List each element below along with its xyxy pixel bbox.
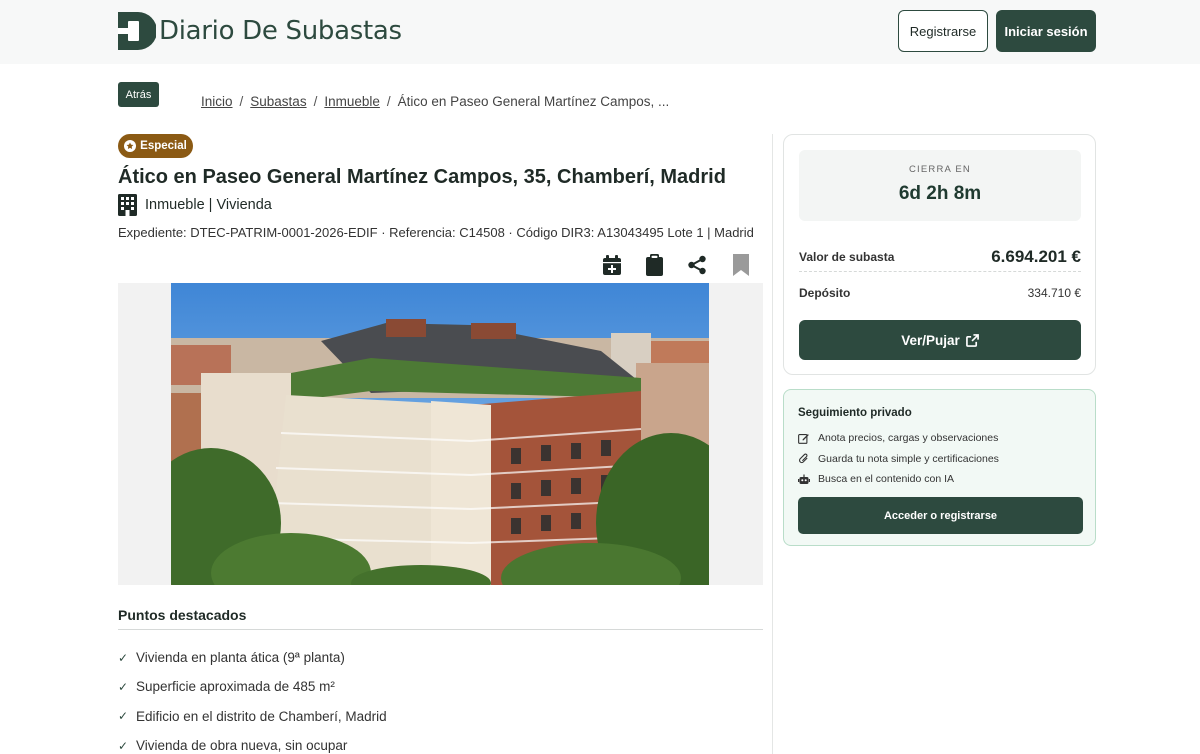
deposit-value: 334.710 € [1027,286,1081,300]
auction-value: 6.694.201 € [991,246,1081,266]
breadcrumb-home[interactable]: Inicio [201,94,233,109]
countdown-label: CIERRA EN [908,164,971,175]
bid-button-label: Ver/Pujar [901,332,960,348]
countdown-box: CIERRA EN 6d 2h 8m [799,150,1081,221]
category-label: Inmueble | Vivienda [145,197,272,213]
logo[interactable]: Diario De Subastas [118,12,402,50]
list-item: ✓ Vivienda de obra nueva, sin ocupar [118,731,387,754]
breadcrumb-auctions[interactable]: Subastas [250,94,306,109]
feature-text: Guarda tu nota simple y certificaciones [818,452,999,465]
deposit-label: Depósito [799,286,851,300]
feature-text: Busca en el contenido con IA [818,473,955,486]
list-item: ✓ Vivienda en planta ática (9ª planta) [118,643,387,672]
special-badge: Especial [118,134,193,158]
site-header: Diario De Subastas Registrarse Iniciar s… [0,0,1200,64]
deposit-row: Depósito 334.710 € [799,281,1081,305]
external-link-icon [965,333,979,347]
page-title: Ático en Paseo General Martínez Campos, … [118,166,726,188]
private-features-list: Anota precios, cargas y observaciones Gu… [798,428,999,490]
highlights-title: Puntos destacados [118,607,247,623]
breadcrumb-separator: / [313,94,318,109]
clipboard-icon[interactable] [642,252,666,278]
property-photo[interactable] [171,283,709,585]
bid-button[interactable]: Ver/Pujar [799,320,1081,360]
highlights-divider [118,629,763,630]
countdown-value: 6d 2h 8m [898,183,982,204]
back-button[interactable]: Atrás [118,82,159,107]
list-item: Busca en el contenido con IA [798,469,999,490]
auction-value-row: Valor de subasta 6.694.201 € [799,242,1081,272]
share-icon[interactable] [685,252,709,278]
logo-icon [118,12,156,50]
list-item: ✓ Edificio en el distrito de Chamberí, Ma… [118,702,387,731]
login-button[interactable]: Iniciar sesión [996,10,1096,52]
breadcrumb-separator: / [239,94,244,109]
check-icon: ✓ [118,738,129,753]
access-or-register-button[interactable]: Acceder o registrarse [798,497,1083,534]
star-icon [124,140,137,152]
highlights-list: ✓ Vivienda en planta ática (9ª planta) ✓ S… [118,643,387,754]
robot-icon [798,474,818,485]
check-icon: ✓ [118,679,129,694]
breadcrumb-property[interactable]: Inmueble [324,94,380,109]
list-item: Guarda tu nota simple y certificaciones [798,449,999,470]
private-tracking-card: Seguimiento privado Anota precios, carga… [783,389,1096,546]
list-item: ✓ Superficie aproximada de 485 m² [118,672,387,701]
property-category: Inmueble | Vivienda [118,194,272,216]
edit-icon [798,433,818,444]
private-tracking-title: Seguimiento privado [798,407,912,419]
photo-container [118,283,763,585]
calendar-add-icon[interactable] [600,252,624,278]
badge-label: Especial [140,140,187,152]
breadcrumb-separator: / [386,94,391,109]
highlight-text: Vivienda en planta ática (9ª planta) [136,650,345,666]
breadcrumb-current: Ático en Paseo General Martínez Campos, … [397,94,670,109]
register-button[interactable]: Registrarse [898,10,988,52]
building-icon [118,194,137,216]
column-divider [772,134,773,754]
logo-text: Diario De Subastas [159,16,402,46]
listing-meta: Expediente: DTEC-PATRIM-0001-2026-EDIF ·… [118,225,754,240]
highlight-text: Vivienda de obra nueva, sin ocupar [136,738,348,754]
check-icon: ✓ [118,650,129,665]
auction-card: CIERRA EN 6d 2h 8m Valor de subasta 6.69… [783,134,1096,375]
paperclip-icon [798,453,818,464]
highlight-text: Edificio en el distrito de Chamberí, Mad… [136,708,387,724]
highlight-text: Superficie aproximada de 485 m² [136,679,335,695]
list-item: Anota precios, cargas y observaciones [798,428,999,449]
listing-actions [600,252,752,278]
breadcrumb: Inicio / Subastas / Inmueble / Ático en … [201,94,669,109]
bookmark-icon[interactable] [729,252,753,278]
feature-text: Anota precios, cargas y observaciones [818,432,999,445]
auction-value-label: Valor de subasta [799,249,895,264]
check-icon: ✓ [118,709,129,724]
